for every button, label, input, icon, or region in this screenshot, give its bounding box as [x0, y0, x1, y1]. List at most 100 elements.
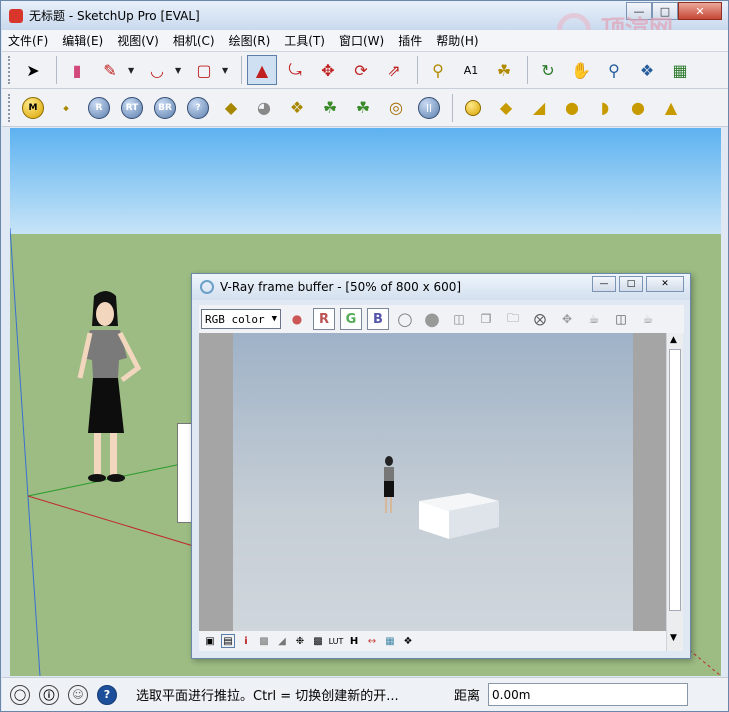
sphere-light-icon[interactable]: ● — [623, 93, 653, 123]
move-tool-icon[interactable]: ✥ — [313, 55, 343, 85]
menu-plugins[interactable]: 插件 — [398, 32, 422, 49]
dome-light-icon[interactable]: ◗ — [590, 93, 620, 123]
clear-image-icon[interactable]: ⨂ — [529, 308, 551, 330]
scrollbar-thumb[interactable] — [669, 349, 681, 611]
vray-maximize-button[interactable]: □ — [619, 276, 643, 292]
vray-pause-icon[interactable]: || — [414, 93, 444, 123]
mesh-light-icon[interactable]: ▲ — [656, 93, 686, 123]
scale-tool-icon[interactable]: ⇗ — [379, 55, 409, 85]
compare-icon[interactable]: ◫ — [610, 308, 632, 330]
chevron-up-icon[interactable]: ▲ — [670, 335, 677, 345]
text-tool-icon[interactable]: A1 — [456, 55, 486, 85]
toolbar-grip[interactable] — [8, 93, 12, 122]
render-region-icon[interactable]: ☕ — [583, 308, 605, 330]
pencil-tool-icon[interactable]: ✎ — [95, 55, 125, 85]
vray-window-title: V-Ray frame buffer - [50% of 800 x 600] — [220, 280, 462, 294]
help-icon[interactable]: ? — [97, 684, 117, 705]
menu-view[interactable]: 视图(V) — [117, 32, 159, 49]
vray-rt-render-icon[interactable]: RT — [117, 93, 147, 123]
rotate-tool-icon[interactable]: ⟳ — [346, 55, 376, 85]
curves-icon[interactable]: ◢ — [275, 634, 289, 648]
vray-frame-buffer-window: V-Ray frame buffer - [50% of 800 x 600] … — [191, 273, 691, 659]
menu-edit[interactable]: 编辑(E) — [62, 32, 103, 49]
channel-select[interactable]: RGB color ▼ — [201, 309, 281, 329]
lut-icon[interactable]: LUT — [329, 634, 344, 648]
paint-bucket-tool-icon[interactable]: ☘ — [489, 55, 519, 85]
render-canvas[interactable] — [199, 333, 672, 631]
mono-icon[interactable]: ● — [421, 308, 443, 330]
menu-camera[interactable]: 相机(C) — [173, 32, 215, 49]
pixel-aspect-icon[interactable]: ▦ — [383, 634, 397, 648]
vray-minimize-button[interactable]: — — [592, 276, 616, 292]
vray-batch-render-icon[interactable]: BR — [150, 93, 180, 123]
vray-fb-statusbar: ▣ ▤ i ▩ ◢ ❉ ▩ LUT H ↔ ▦ ❖ — [199, 631, 666, 651]
user-icon[interactable]: ☺ — [68, 684, 88, 705]
zoom-extents-tool-icon[interactable]: ❖ — [632, 55, 662, 85]
tape-measure-tool-icon[interactable]: ⚲ — [423, 55, 453, 85]
green-channel-button[interactable]: G — [340, 308, 362, 330]
rectangle-dropdown-icon[interactable]: ▼ — [222, 66, 232, 75]
save-all-icon[interactable]: ❐ — [475, 308, 497, 330]
load-image-icon[interactable]: 🗀 — [502, 308, 524, 330]
menu-draw[interactable]: 绘图(R) — [229, 32, 271, 49]
reset-icon[interactable]: ❖ — [401, 634, 415, 648]
spot-light-icon[interactable]: ◢ — [524, 93, 554, 123]
close-button[interactable]: ✕ — [678, 2, 722, 20]
render-last-icon[interactable]: ☕ — [637, 308, 659, 330]
vray-material-editor-icon[interactable]: M — [18, 93, 48, 123]
pan-tool-icon[interactable]: ✋ — [566, 55, 596, 85]
push-pull-tool-icon[interactable]: ▲ — [247, 55, 277, 85]
arc-dropdown-icon[interactable]: ▼ — [175, 66, 185, 75]
arc-tool-icon[interactable]: ◡ — [142, 55, 172, 85]
red-channel-button[interactable]: R — [313, 308, 335, 330]
chevron-down-icon: ▼ — [271, 314, 277, 324]
vray-render-icon[interactable]: R — [84, 93, 114, 123]
histogram-icon[interactable]: ▩ — [257, 634, 271, 648]
distance-input[interactable]: 0.00m — [488, 683, 689, 706]
zoom-tool-icon[interactable]: ⚲ — [599, 55, 629, 85]
pencil-dropdown-icon[interactable]: ▼ — [128, 66, 138, 75]
info-button[interactable]: i — [239, 634, 253, 648]
menu-help[interactable]: 帮助(H) — [436, 32, 478, 49]
vray-options-icon[interactable]: ⬩ — [51, 93, 81, 123]
vray-proxy-import-icon[interactable]: ☘ — [348, 93, 378, 123]
vray-help-icon[interactable]: ? — [183, 93, 213, 123]
warehouse-tool-icon[interactable]: ▦ — [665, 55, 695, 85]
menu-window[interactable]: 窗口(W) — [339, 32, 384, 49]
vray-proxy-export-icon[interactable]: ☘ — [315, 93, 345, 123]
blue-channel-button[interactable]: B — [367, 308, 389, 330]
vray-close-button[interactable]: ✕ — [646, 276, 684, 292]
toolbar-grip[interactable] — [8, 56, 12, 84]
show-corrections-icon[interactable]: ▣ — [203, 634, 217, 648]
stereo-icon[interactable]: ↔ — [365, 634, 379, 648]
eraser-tool-icon[interactable]: ▮ — [62, 55, 92, 85]
rectangle-tool-icon[interactable]: ▢ — [189, 55, 219, 85]
vray-license-icon[interactable]: ◆ — [216, 93, 246, 123]
vray-frame-buffer-icon[interactable]: ◎ — [381, 93, 411, 123]
geo-location-icon[interactable]: ◯ — [10, 684, 30, 705]
follow-me-tool-icon[interactable]: ⤿ — [280, 55, 310, 85]
double-chevron-down-icon[interactable]: ▼ — [670, 633, 677, 643]
vray-plane-icon[interactable]: ❖ — [282, 93, 312, 123]
orbit-tool-icon[interactable]: ↻ — [533, 55, 563, 85]
select-tool-icon[interactable]: ➤ — [18, 55, 48, 85]
sketchup-logo-icon — [9, 8, 23, 23]
menu-file[interactable]: 文件(F) — [8, 32, 48, 49]
menu-tools[interactable]: 工具(T) — [284, 32, 325, 49]
white-balance-icon[interactable]: ▩ — [311, 634, 325, 648]
hdr-button[interactable]: H — [347, 634, 361, 648]
levels-icon[interactable]: ▤ — [221, 634, 235, 648]
save-image-icon[interactable]: ◫ — [448, 308, 470, 330]
omni-light-icon[interactable] — [458, 93, 488, 123]
color-channels-icon[interactable]: ● — [286, 308, 308, 330]
vray-sphere-icon[interactable]: ◕ — [249, 93, 279, 123]
credits-icon[interactable]: ⓘ — [39, 684, 59, 705]
status-hint: 选取平面进行推拉。Ctrl = 切换创建新的开... — [136, 689, 399, 704]
ies-light-icon[interactable]: ● — [557, 93, 587, 123]
rectangle-light-icon[interactable]: ◆ — [491, 93, 521, 123]
alpha-white-icon[interactable]: ○ — [394, 308, 416, 330]
track-mouse-icon[interactable]: ✥ — [556, 308, 578, 330]
vertical-scrollbar[interactable]: ▲ ▼ — [666, 333, 683, 651]
vray-title-bar: V-Ray frame buffer - [50% of 800 x 600] … — [192, 274, 690, 300]
lens-effects-icon[interactable]: ❉ — [293, 634, 307, 648]
